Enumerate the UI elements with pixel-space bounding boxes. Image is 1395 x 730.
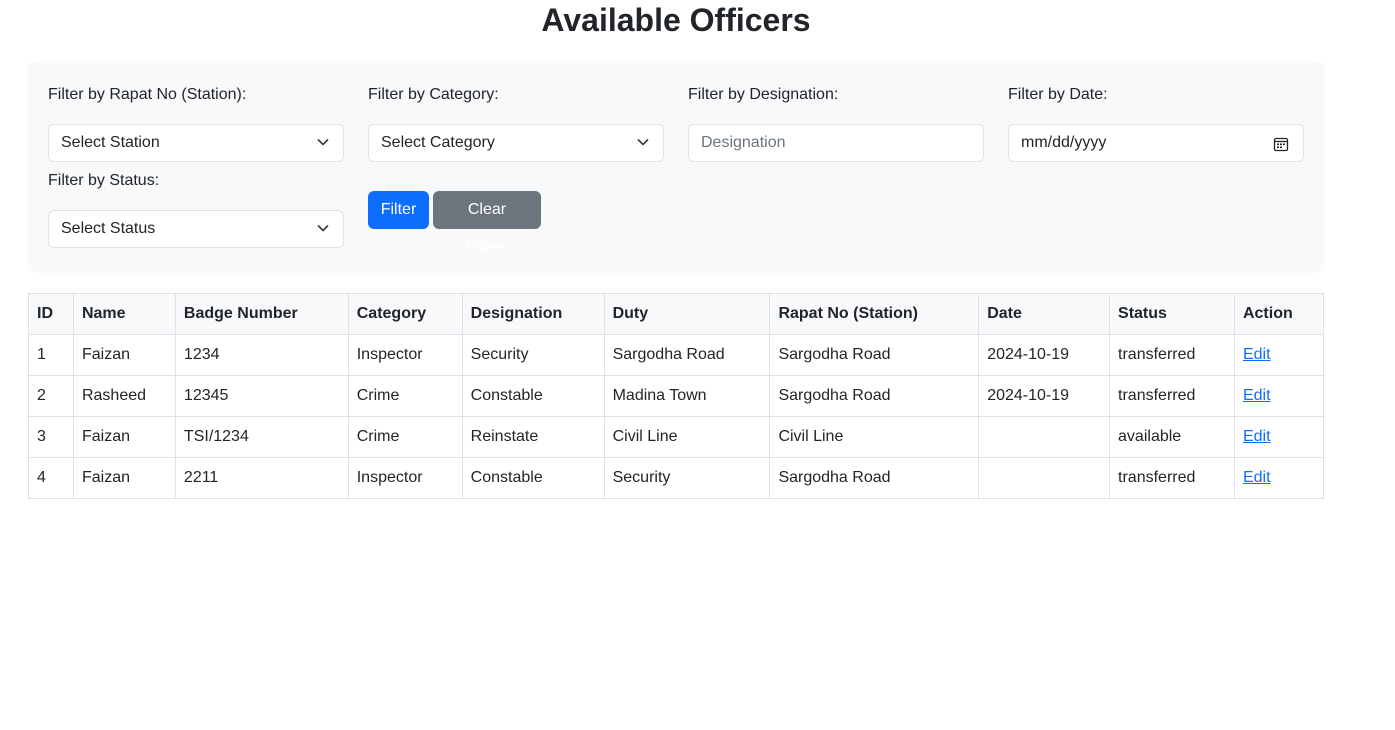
date-input-value: mm/dd/yyyy: [1021, 134, 1107, 151]
cell-station: Civil Line: [769, 416, 980, 458]
column-header-action: Action: [1233, 293, 1325, 335]
edit-link[interactable]: Edit: [1243, 346, 1271, 363]
status-select[interactable]: Select Status: [48, 210, 344, 248]
category-select[interactable]: Select Category: [368, 124, 664, 162]
table-row: 2 Rasheed 12345 Crime Constable Madina T…: [28, 375, 1325, 417]
cell-id: 4: [28, 457, 74, 499]
cell-duty: Security: [603, 457, 771, 499]
edit-link[interactable]: Edit: [1243, 387, 1271, 404]
cell-category: Crime: [347, 375, 463, 417]
station-filter-group: Filter by Rapat No (Station): Select Sta…: [48, 85, 344, 162]
cell-station: Sargodha Road: [769, 375, 980, 417]
category-filter-group: Filter by Category: Select Category: [368, 85, 664, 162]
column-header-duty: Duty: [603, 293, 771, 335]
cell-status: available: [1109, 416, 1235, 458]
cell-badge: 2211: [174, 457, 349, 499]
cell-date: [978, 457, 1111, 499]
cell-badge: 12345: [174, 375, 349, 417]
filter-button[interactable]: Filter: [368, 191, 429, 229]
clear-filters-button[interactable]: Clear Filters: [433, 191, 541, 256]
cell-date: 2024-10-19: [978, 375, 1111, 417]
table-header-row: ID Name Badge Number Category Designatio…: [28, 293, 1325, 335]
status-filter-label: Filter by Status:: [48, 172, 160, 189]
cell-action: Edit: [1233, 334, 1325, 376]
cell-action: Edit: [1233, 375, 1325, 417]
column-header-category: Category: [347, 293, 463, 335]
cell-id: 2: [28, 375, 74, 417]
cell-duty: Sargodha Road: [603, 334, 771, 376]
cell-action: Edit: [1233, 416, 1325, 458]
cell-category: Crime: [347, 416, 463, 458]
edit-link[interactable]: Edit: [1243, 469, 1271, 486]
cell-station: Sargodha Road: [769, 334, 980, 376]
cell-badge: 1234: [174, 334, 349, 376]
cell-designation: Security: [461, 334, 605, 376]
date-input[interactable]: mm/dd/yyyy: [1008, 124, 1304, 162]
column-header-designation: Designation: [461, 293, 605, 335]
date-filter-label: Filter by Date:: [1008, 86, 1108, 103]
station-filter-label: Filter by Rapat No (Station):: [48, 86, 247, 103]
cell-badge: TSI/1234: [174, 416, 349, 458]
cell-station: Sargodha Road: [769, 457, 980, 499]
cell-designation: Constable: [461, 457, 605, 499]
status-select-value: Select Status: [61, 220, 156, 237]
cell-status: transferred: [1109, 457, 1235, 499]
cell-category: Inspector: [347, 457, 463, 499]
column-header-badge-number: Badge Number: [174, 293, 349, 335]
cell-name: Faizan: [72, 457, 176, 499]
chevron-down-icon: [317, 138, 329, 146]
station-select[interactable]: Select Station: [48, 124, 344, 162]
status-filter-group: Filter by Status: Select Status: [48, 171, 344, 248]
table-row: 1 Faizan 1234 Inspector Security Sargodh…: [28, 334, 1325, 376]
chevron-down-icon: [637, 138, 649, 146]
cell-name: Faizan: [72, 334, 176, 376]
designation-input-placeholder: Designation: [701, 134, 786, 151]
category-select-value: Select Category: [381, 134, 495, 151]
category-filter-label: Filter by Category:: [368, 86, 499, 103]
column-header-status: Status: [1109, 293, 1235, 335]
cell-status: transferred: [1109, 375, 1235, 417]
designation-input[interactable]: Designation: [688, 124, 984, 162]
column-header-name: Name: [72, 293, 176, 335]
filter-panel: Filter by Rapat No (Station): Select Sta…: [28, 61, 1324, 273]
cell-id: 3: [28, 416, 74, 458]
column-header-date: Date: [978, 293, 1111, 335]
cell-designation: Constable: [461, 375, 605, 417]
table-row: 3 Faizan TSI/1234 Crime Reinstate Civil …: [28, 416, 1325, 458]
cell-name: Rasheed: [72, 375, 176, 417]
cell-date: [978, 416, 1111, 458]
station-select-value: Select Station: [61, 134, 160, 151]
chevron-down-icon: [317, 224, 329, 232]
column-header-station: Rapat No (Station): [769, 293, 980, 335]
cell-name: Faizan: [72, 416, 176, 458]
cell-duty: Civil Line: [603, 416, 771, 458]
date-filter-group: Filter by Date: mm/dd/yyyy: [1008, 85, 1304, 162]
cell-date: 2024-10-19: [978, 334, 1111, 376]
officers-table: ID Name Badge Number Category Designatio…: [28, 293, 1325, 499]
cell-action: Edit: [1233, 457, 1325, 499]
cell-duty: Madina Town: [603, 375, 771, 417]
edit-link[interactable]: Edit: [1243, 428, 1271, 445]
calendar-icon[interactable]: [1273, 136, 1289, 152]
cell-id: 1: [28, 334, 74, 376]
page-title: Available Officers: [541, 2, 811, 38]
cell-status: transferred: [1109, 334, 1235, 376]
cell-category: Inspector: [347, 334, 463, 376]
designation-filter-label: Filter by Designation:: [688, 86, 839, 103]
cell-designation: Reinstate: [461, 416, 605, 458]
table-row: 4 Faizan 2211 Inspector Constable Securi…: [28, 457, 1325, 499]
column-header-id: ID: [28, 293, 74, 335]
designation-filter-group: Filter by Designation: Designation: [688, 85, 984, 162]
